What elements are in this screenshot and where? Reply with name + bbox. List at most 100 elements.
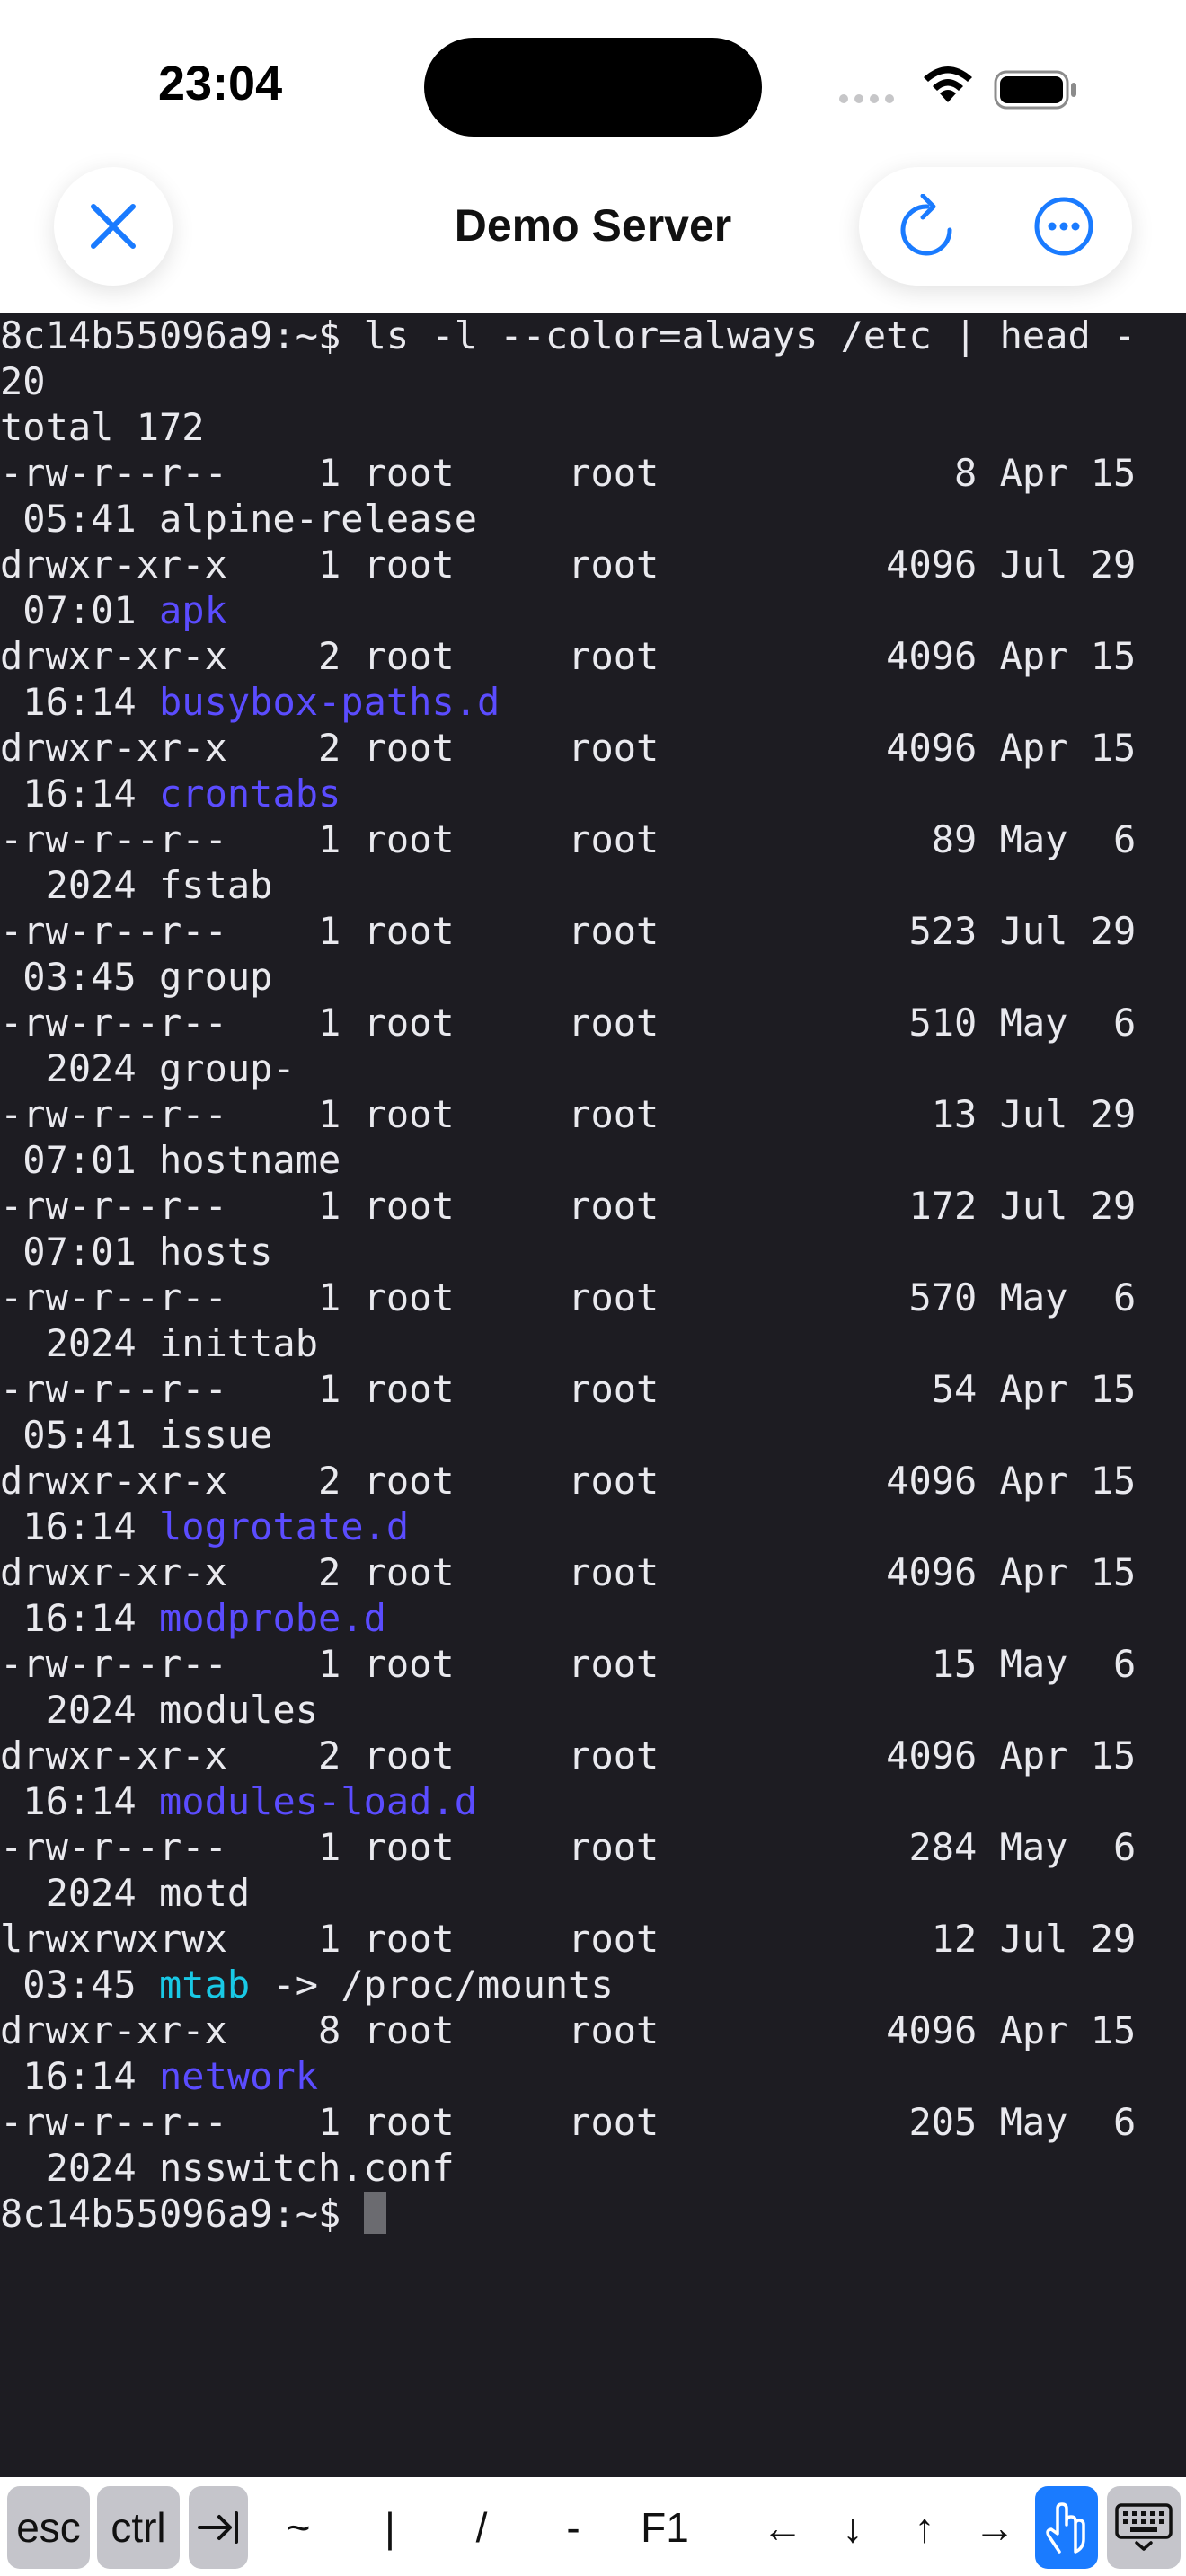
terminal-line: 16:14 network	[0, 2053, 1186, 2099]
terminal-text: -rw-r--r-- 1 root root 8 Apr 15	[0, 451, 1137, 495]
left-arrow-key[interactable]: ←	[751, 2486, 814, 2569]
hand-pointer-icon	[1046, 2502, 1085, 2554]
refresh-icon	[900, 194, 952, 256]
terminal-text: -rw-r--r-- 1 root root 510 May 6	[0, 1001, 1137, 1045]
terminal-text: -rw-r--r-- 1 root root 54 Apr 15	[0, 1367, 1137, 1411]
terminal-text: drwxr-xr-x 1 root root 4096 Jul 29	[0, 543, 1137, 587]
terminal-text: 2024 motd	[0, 1871, 251, 1915]
terminal-line: drwxr-xr-x 2 root root 4096 Apr 15	[0, 1458, 1186, 1504]
f1-key[interactable]: F1	[629, 2486, 701, 2569]
keyboard-icon	[1115, 2503, 1173, 2551]
terminal-text: 16:14	[0, 680, 160, 724]
up-arrow-key[interactable]: ↑	[893, 2486, 956, 2569]
directory-name: crontabs	[159, 772, 341, 816]
terminal-line: -rw-r--r-- 1 root root 172 Jul 29	[0, 1183, 1186, 1229]
down-arrow-key[interactable]: ↓	[821, 2486, 884, 2569]
terminal-text: -rw-r--r-- 1 root root 570 May 6	[0, 1275, 1137, 1319]
terminal-text: -rw-r--r-- 1 root root 89 May 6	[0, 817, 1137, 861]
terminal-line: 16:14 modules-load.d	[0, 1778, 1186, 1824]
terminal-line: -rw-r--r-- 1 root root 523 Jul 29	[0, 908, 1186, 954]
terminal-line: 2024 modules	[0, 1687, 1186, 1733]
terminal-text: drwxr-xr-x 2 root root 4096 Apr 15	[0, 1459, 1137, 1503]
terminal-line: 2024 nsswitch.conf	[0, 2145, 1186, 2191]
wifi-icon	[924, 66, 972, 102]
terminal-text: drwxr-xr-x 2 root root 4096 Apr 15	[0, 1550, 1137, 1594]
terminal-line: -rw-r--r-- 1 root root 510 May 6	[0, 1000, 1186, 1045]
terminal-line: lrwxrwxrwx 1 root root 12 Jul 29	[0, 1916, 1186, 1962]
terminal-line: -rw-r--r-- 1 root root 15 May 6	[0, 1641, 1186, 1687]
terminal-text: 20	[0, 359, 46, 403]
terminal-line: drwxr-xr-x 1 root root 4096 Jul 29	[0, 542, 1186, 587]
terminal-line: 2024 group-	[0, 1045, 1186, 1091]
terminal-line: drwxr-xr-x 2 root root 4096 Apr 15	[0, 1549, 1186, 1595]
terminal-line: 2024 inittab	[0, 1320, 1186, 1366]
slash-key[interactable]: /	[449, 2486, 514, 2569]
terminal-line: 07:01 hosts	[0, 1229, 1186, 1275]
terminal-output[interactable]: 8c14b55096a9:~$ ls -l --color=always /et…	[0, 313, 1186, 2477]
terminal-line: 07:01 hostname	[0, 1137, 1186, 1183]
directory-name: modprobe.d	[159, 1596, 386, 1640]
terminal-text: 03:45	[0, 1963, 160, 2007]
terminal-text: 16:14	[0, 1596, 160, 1640]
terminal-line: -rw-r--r-- 1 root root 570 May 6	[0, 1275, 1186, 1320]
refresh-button[interactable]	[859, 167, 996, 286]
terminal-text: total 172	[0, 405, 205, 449]
terminal-line: drwxr-xr-x 8 root root 4096 Apr 15	[0, 2007, 1186, 2053]
touch-mode-button[interactable]	[1035, 2486, 1098, 2569]
dynamic-island	[424, 38, 762, 137]
terminal-line: 16:14 logrotate.d	[0, 1504, 1186, 1549]
terminal-text: 03:45 group	[0, 955, 273, 999]
terminal-line: -rw-r--r-- 1 root root 89 May 6	[0, 816, 1186, 862]
tab-icon	[198, 2511, 238, 2544]
directory-name: modules-load.d	[159, 1779, 478, 1823]
symlink-name: mtab	[159, 1963, 251, 2007]
terminal-text: -rw-r--r-- 1 root root 15 May 6	[0, 1642, 1137, 1686]
terminal-line: -rw-r--r-- 1 root root 284 May 6	[0, 1824, 1186, 1870]
terminal-line: 16:14 modprobe.d	[0, 1595, 1186, 1641]
terminal-text: 16:14	[0, 772, 160, 816]
terminal-line: 8c14b55096a9:~$ ls -l --color=always /et…	[0, 313, 1186, 358]
terminal-text: 2024 modules	[0, 1688, 319, 1732]
terminal-line: 16:14 crontabs	[0, 771, 1186, 816]
terminal-text: 16:14	[0, 1504, 160, 1548]
terminal-line: drwxr-xr-x 2 root root 4096 Apr 15	[0, 1733, 1186, 1778]
terminal-text: 16:14	[0, 2054, 160, 2098]
terminal-cursor	[363, 2192, 386, 2234]
keyboard-toggle-button[interactable]	[1107, 2486, 1181, 2569]
directory-name: network	[159, 2054, 319, 2098]
terminal-line: drwxr-xr-x 2 root root 4096 Apr 15	[0, 725, 1186, 771]
terminal-line: 2024 fstab	[0, 862, 1186, 908]
terminal-prompt-line: 8c14b55096a9:~$	[0, 2191, 1186, 2236]
terminal-line: 03:45 group	[0, 954, 1186, 1000]
right-arrow-key[interactable]: →	[963, 2486, 1026, 2569]
terminal-text: drwxr-xr-x 2 root root 4096 Apr 15	[0, 1734, 1137, 1778]
terminal-text: 2024 nsswitch.conf	[0, 2146, 455, 2190]
tab-key[interactable]	[189, 2486, 248, 2569]
terminal-line: drwxr-xr-x 2 root root 4096 Apr 15	[0, 633, 1186, 679]
keyboard-accessory-bar: esc ctrl ~ | / - F1 ← ↓ ↑ →	[0, 2477, 1186, 2576]
terminal-line: -rw-r--r-- 1 root root 205 May 6	[0, 2099, 1186, 2145]
status-time: 23:04	[158, 57, 283, 110]
terminal-text: -rw-r--r-- 1 root root 172 Jul 29	[0, 1184, 1137, 1228]
terminal-line: -rw-r--r-- 1 root root 13 Jul 29	[0, 1091, 1186, 1137]
terminal-text: 16:14	[0, 1779, 160, 1823]
terminal-text: 07:01 hosts	[0, 1230, 273, 1274]
terminal-line: 07:01 apk	[0, 587, 1186, 633]
terminal-text: 05:41 issue	[0, 1413, 273, 1457]
terminal-line: 03:45 mtab -> /proc/mounts	[0, 1962, 1186, 2007]
terminal-line: 05:41 issue	[0, 1412, 1186, 1458]
dash-key[interactable]: -	[541, 2486, 606, 2569]
terminal-text: -rw-r--r-- 1 root root 284 May 6	[0, 1825, 1137, 1869]
terminal-text: -rw-r--r-- 1 root root 205 May 6	[0, 2100, 1137, 2144]
terminal-text: 2024 group-	[0, 1046, 296, 1090]
terminal-text: drwxr-xr-x 2 root root 4096 Apr 15	[0, 634, 1137, 678]
pipe-key[interactable]: |	[358, 2486, 422, 2569]
terminal-line: -rw-r--r-- 1 root root 8 Apr 15	[0, 450, 1186, 496]
terminal-text: 8c14b55096a9:~$ ls -l --color=always /et…	[0, 313, 1137, 357]
tilde-key[interactable]: ~	[266, 2486, 331, 2569]
more-button[interactable]	[996, 167, 1132, 286]
terminal-prompt: 8c14b55096a9:~$	[0, 2192, 364, 2236]
esc-key[interactable]: esc	[7, 2486, 90, 2569]
terminal-line: 20	[0, 358, 1186, 404]
ctrl-key[interactable]: ctrl	[97, 2486, 180, 2569]
